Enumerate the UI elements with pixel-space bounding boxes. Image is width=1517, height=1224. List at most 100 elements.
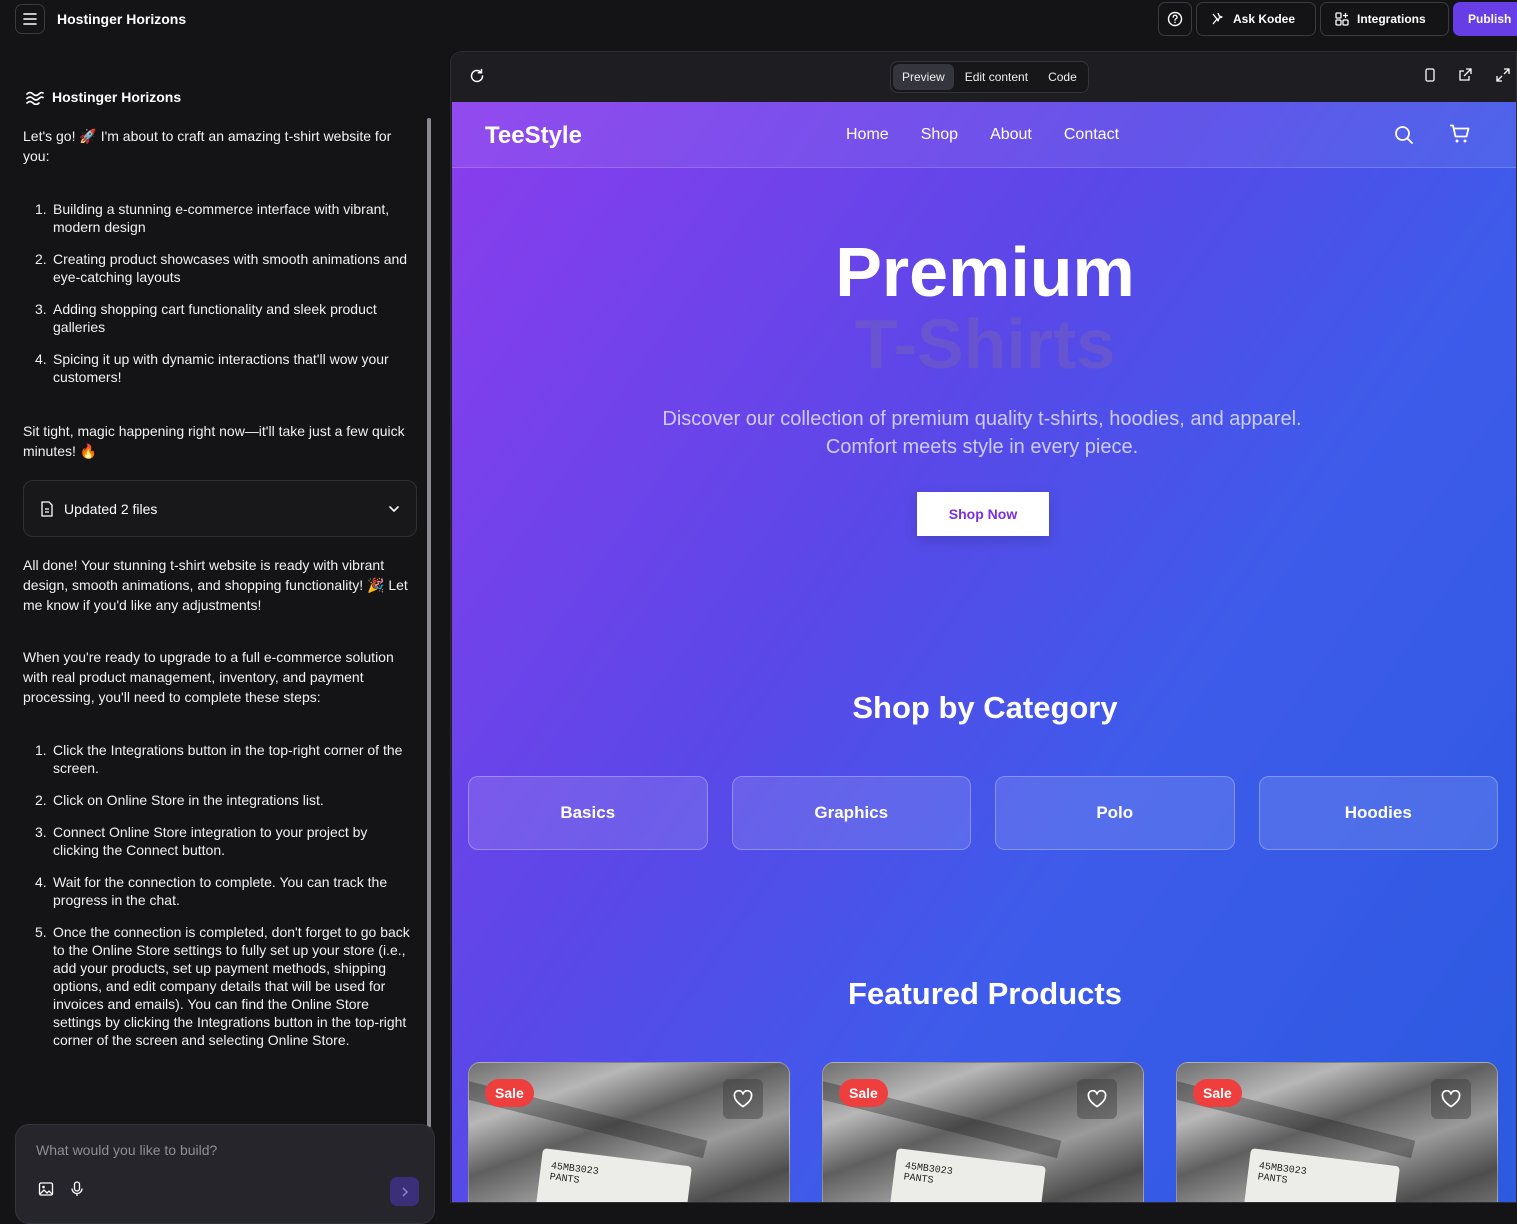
list-item: 4. Spicing it up with dynamic interaction… xyxy=(35,350,415,386)
product-image-tag: 45MB3023 PANTS xyxy=(532,1148,692,1202)
nav-link-contact[interactable]: Contact xyxy=(1064,126,1119,144)
tab-edit-content[interactable]: Edit content xyxy=(956,64,1037,90)
shop-now-button[interactable]: Shop Now xyxy=(917,492,1049,536)
list-text: Click on Online Store in the integration… xyxy=(53,792,324,808)
chat-header-title: Hostinger Horizons xyxy=(52,89,182,105)
chat-scrollbar[interactable] xyxy=(426,60,432,1128)
integrations-button[interactable]: Integrations xyxy=(1320,2,1449,36)
help-icon xyxy=(1167,11,1183,27)
updated-files-accordion[interactable]: Updated 2 files xyxy=(23,480,417,537)
category-card-hoodies[interactable]: Hoodies xyxy=(1258,776,1498,850)
heart-icon xyxy=(1441,1090,1461,1108)
external-link-icon xyxy=(1459,68,1472,81)
category-card-basics[interactable]: Basics xyxy=(468,776,708,850)
list-item: 5. Once the connection is completed, don'… xyxy=(35,923,415,1049)
image-icon[interactable] xyxy=(38,1181,54,1197)
publish-button[interactable]: Publish xyxy=(1453,2,1517,36)
list-number: 1. xyxy=(35,742,47,758)
wishlist-button[interactable] xyxy=(723,1079,763,1119)
product-image-tag: 45MB3023 PANTS xyxy=(1240,1148,1400,1202)
list-text: Once the connection is completed, don't … xyxy=(53,924,410,1048)
chat-scrollbar-thumb[interactable] xyxy=(427,118,431,1128)
steps-list: 1. Click the Integrations button in the t… xyxy=(35,741,415,1063)
sale-badge: Sale xyxy=(485,1079,534,1107)
list-item: 2. Click on Online Store in the integrati… xyxy=(35,791,415,809)
product-card[interactable]: 45MB3023 PANTS Sale xyxy=(822,1062,1144,1202)
send-button[interactable] xyxy=(390,1177,419,1206)
chat-message-wait: Sit tight, magic happening right now—it'… xyxy=(23,423,405,459)
chat-message-upgrade: When you're ready to upgrade to a full e… xyxy=(23,649,394,705)
grid-icon xyxy=(1335,12,1349,26)
chat-header: Hostinger Horizons xyxy=(26,89,181,105)
heart-icon xyxy=(1087,1090,1107,1108)
menu-button[interactable] xyxy=(15,4,45,34)
hero-subtitle: Discover our collection of premium quali… xyxy=(632,405,1332,461)
top-bar: Hostinger Horizons Ask Kodee Integration… xyxy=(0,0,1517,40)
fullscreen-button[interactable] xyxy=(1496,68,1510,87)
product-card[interactable]: 45MB3023 PANTS Sale xyxy=(468,1062,790,1202)
product-grid: 45MB3023 PANTS Sale 45MB3023 PANTS Sale 45… xyxy=(468,1062,1498,1202)
search-icon[interactable] xyxy=(1394,125,1414,145)
list-number: 5. xyxy=(35,924,47,940)
wishlist-button[interactable] xyxy=(1431,1079,1471,1119)
list-number: 4. xyxy=(35,874,47,890)
send-icon xyxy=(401,1186,408,1197)
product-card[interactable]: 45MB3023 PANTS Sale xyxy=(1176,1062,1498,1202)
list-number: 2. xyxy=(35,792,47,808)
list-item: 3. Adding shopping cart functionality and… xyxy=(35,300,415,336)
plan-list: 1. Building a stunning e-commerce interfa… xyxy=(35,200,415,400)
nav-link-shop[interactable]: Shop xyxy=(921,126,958,144)
tab-preview[interactable]: Preview xyxy=(893,64,954,90)
mobile-view-button[interactable] xyxy=(1425,68,1435,87)
category-card-graphics[interactable]: Graphics xyxy=(731,776,971,850)
list-number: 1. xyxy=(35,201,47,217)
hero-subtitle-line-2: Comfort meets style in every piece. xyxy=(825,436,1139,458)
featured-section-title: Featured Products xyxy=(848,976,1122,1011)
list-text: Wait for the connection to complete. You… xyxy=(53,874,388,908)
open-new-tab-button[interactable] xyxy=(1458,68,1472,87)
category-list: Basics Graphics Polo Hoodies xyxy=(468,776,1498,850)
list-text: Creating product showcases with smooth a… xyxy=(53,251,408,285)
refresh-icon[interactable] xyxy=(469,68,485,84)
list-item: 1. Click the Integrations button in the t… xyxy=(35,741,415,777)
list-text: Connect Online Store integration to your… xyxy=(53,824,368,858)
mic-icon[interactable] xyxy=(70,1181,84,1197)
site-navbar: TeeStyle Home Shop About Contact xyxy=(452,102,1516,168)
list-number: 2. xyxy=(35,251,47,267)
file-icon xyxy=(41,500,53,517)
list-item: 1. Building a stunning e-commerce interfa… xyxy=(35,200,415,236)
cart-icon[interactable] xyxy=(1449,124,1471,144)
sale-badge: Sale xyxy=(839,1079,888,1107)
preview-toolbar: Preview Edit content Code xyxy=(451,52,1516,102)
chat-panel: Hostinger Horizons Let's go! 🚀 I'm about… xyxy=(0,40,438,1224)
sale-badge: Sale xyxy=(1193,1079,1242,1107)
hero-title-line-1: Premium xyxy=(835,233,1135,311)
list-item: 2. Creating product showcases with smooth… xyxy=(35,250,415,286)
help-button[interactable] xyxy=(1158,2,1192,36)
category-card-polo[interactable]: Polo xyxy=(995,776,1235,850)
list-text: Spicing it up with dynamic interactions … xyxy=(53,351,389,385)
chevron-down-icon xyxy=(389,505,399,512)
wishlist-button[interactable] xyxy=(1077,1079,1117,1119)
updated-files-label: Updated 2 files xyxy=(64,500,158,517)
chat-message-done: All done! Your stunning t-shirt website … xyxy=(23,557,408,613)
ask-kodee-button[interactable]: Ask Kodee xyxy=(1196,2,1316,36)
composer-input[interactable]: What would you like to build? xyxy=(36,1142,217,1158)
site-logo[interactable]: TeeStyle xyxy=(485,122,582,150)
list-item: 3. Connect Online Store integration to yo… xyxy=(35,823,415,859)
nav-link-about[interactable]: About xyxy=(990,126,1032,144)
site-nav-links: Home Shop About Contact xyxy=(846,126,1119,144)
tab-code[interactable]: Code xyxy=(1039,64,1086,90)
list-number: 4. xyxy=(35,351,47,367)
list-number: 3. xyxy=(35,301,47,317)
chat-composer[interactable]: What would you like to build? xyxy=(15,1124,435,1224)
heart-icon xyxy=(733,1090,753,1108)
category-section-title: Shop by Category xyxy=(852,690,1118,725)
expand-icon xyxy=(1496,68,1510,82)
sparkle-icon xyxy=(1212,12,1223,25)
view-mode-switcher: Preview Edit content Code xyxy=(890,61,1089,93)
nav-link-home[interactable]: Home xyxy=(846,126,889,144)
preview-pane: Preview Edit content Code TeeStyle Home … xyxy=(450,51,1517,1203)
list-number: 3. xyxy=(35,824,47,840)
app-title: Hostinger Horizons xyxy=(57,11,187,27)
